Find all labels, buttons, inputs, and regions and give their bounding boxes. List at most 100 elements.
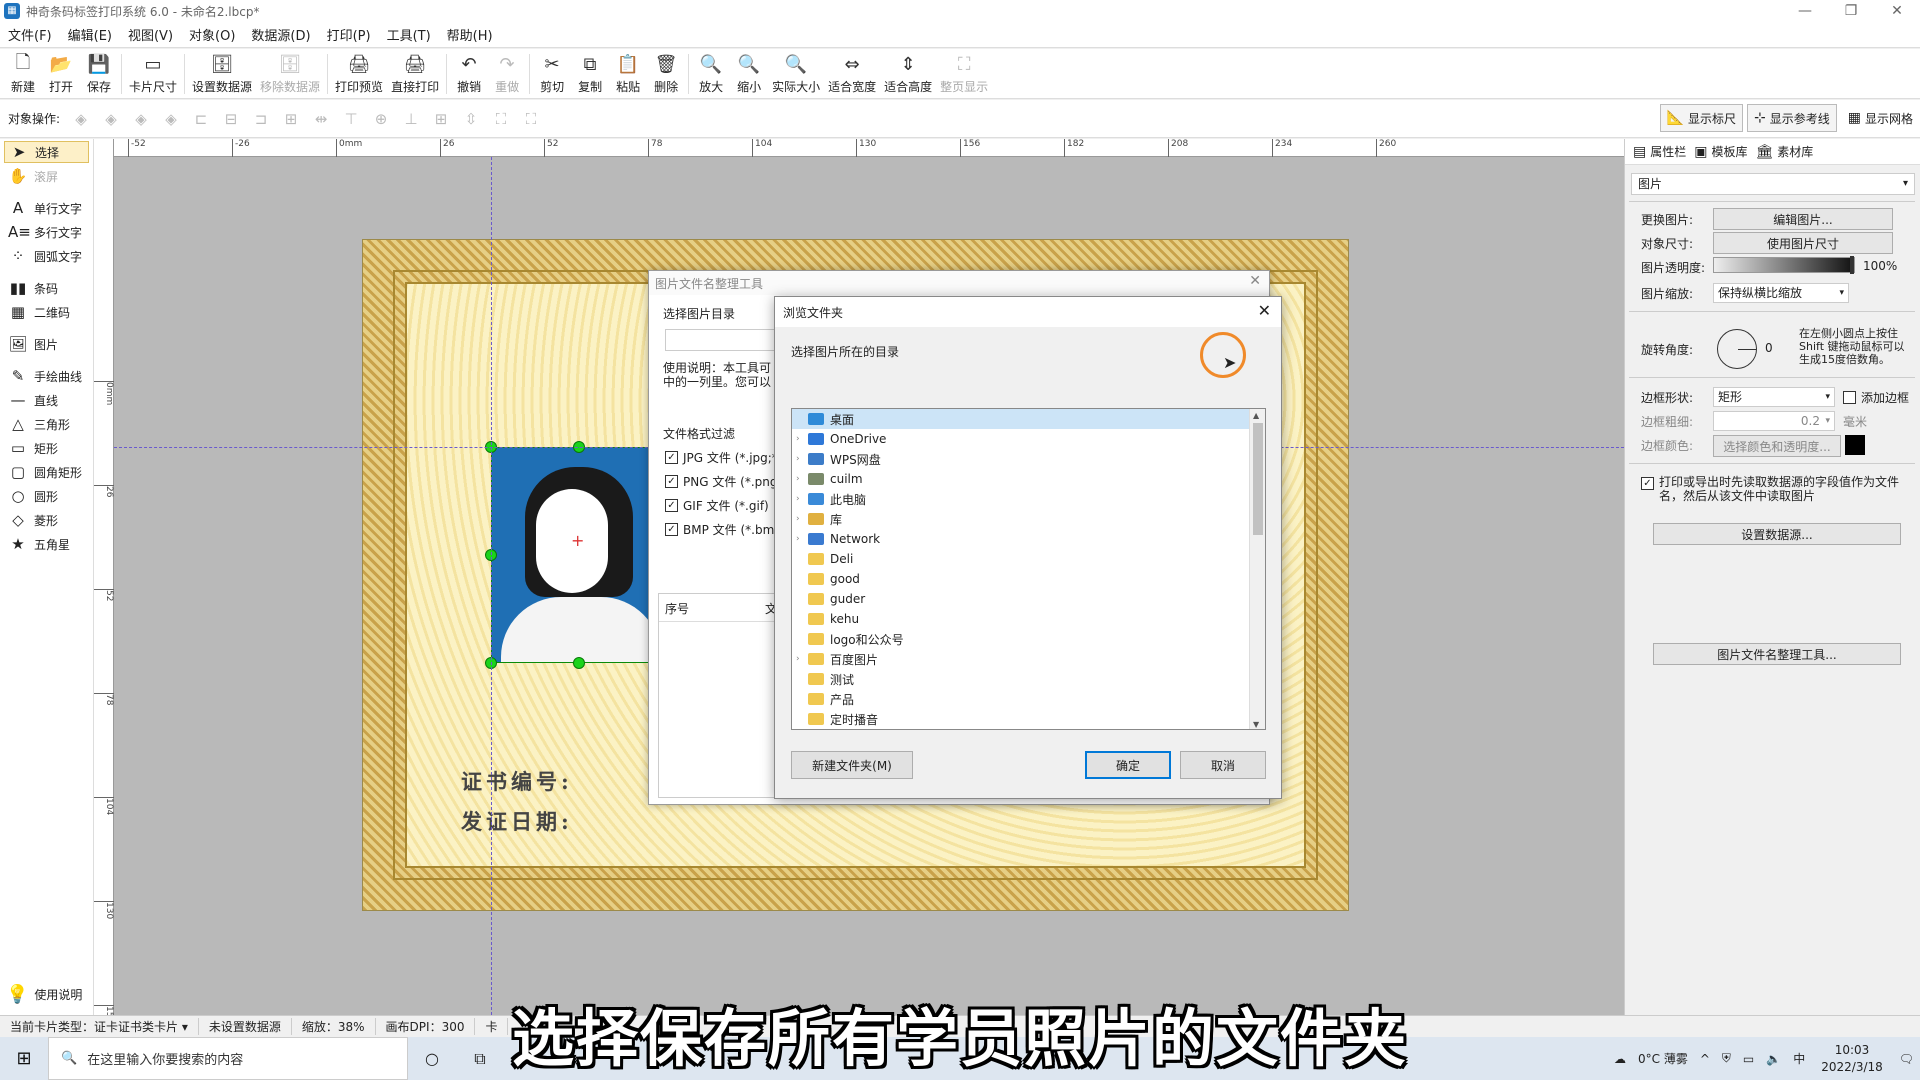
filter-jpg[interactable]: ✓ JPG 文件 (*.jpg;* (665, 449, 778, 466)
toolbar-button-1[interactable]: 📂 打开 (42, 53, 80, 95)
guide-line-vertical[interactable] (491, 157, 492, 1015)
toggle-ruler[interactable]: 📐 显示标尺 (1659, 104, 1743, 132)
align-left-icon[interactable]: ⊏ (190, 108, 212, 130)
tool-dialog-close-icon[interactable]: ✕ (1249, 273, 1261, 289)
menu-item-6[interactable]: 工具(T) (379, 25, 439, 44)
set-datasource-button[interactable]: 设置数据源... (1653, 523, 1901, 545)
toolbar-button-16[interactable]: 🔍 实际大小 (768, 53, 824, 95)
filter-bmp[interactable]: ✓ BMP 文件 (*.bmp (665, 521, 782, 538)
object-type-select[interactable]: 图片 (1631, 173, 1915, 195)
layer-down-icon[interactable]: ◈ (130, 108, 152, 130)
tool-item-7[interactable]: 🖼 图片 (4, 333, 89, 355)
menu-item-0[interactable]: 文件(F) (0, 25, 60, 44)
new-folder-button[interactable]: 新建文件夹(M) (791, 751, 913, 779)
tool-item-0[interactable]: ➤ 选择 (4, 141, 89, 163)
distribute-v-icon[interactable]: ⊞ (430, 108, 452, 130)
toolbar-button-17[interactable]: ⇔ 适合宽度 (824, 53, 880, 95)
filter-png[interactable]: ✓ PNG 文件 (*.png (665, 473, 777, 490)
align-right-icon[interactable]: ⊐ (250, 108, 272, 130)
tool-item-11[interactable]: ▭ 矩形 (4, 437, 89, 459)
tab-materials[interactable]: 🏛 素材库 (1756, 143, 1814, 160)
cancel-button[interactable]: 取消 (1180, 751, 1266, 779)
image-rename-tool-button[interactable]: 图片文件名整理工具... (1653, 643, 1901, 665)
align-middle-icon[interactable]: ⊕ (370, 108, 392, 130)
menu-item-2[interactable]: 视图(V) (120, 25, 181, 44)
toolbar-button-2[interactable]: 💾 保存 (80, 53, 118, 95)
expand-chevron-icon[interactable]: › (796, 434, 808, 444)
folder-item-12[interactable]: › 百度图片 (792, 649, 1265, 669)
toolbar-button-18[interactable]: ⇕ 适合高度 (880, 53, 936, 95)
align-bottom-icon[interactable]: ⊥ (400, 108, 422, 130)
dir-input[interactable] (665, 329, 785, 351)
scroll-up-icon[interactable]: ▲ (1253, 411, 1259, 420)
toolbar-button-8[interactable]: ↶ 撤销 (450, 53, 488, 95)
toolbar-button-15[interactable]: 🔍 缩小 (730, 53, 768, 95)
folder-item-8[interactable]: good (792, 569, 1265, 589)
ok-button[interactable]: 确定 (1085, 751, 1171, 779)
scale-dropdown[interactable]: 保持纵横比缩放 (1713, 283, 1849, 303)
align-center-icon[interactable]: ⊟ (220, 108, 242, 130)
expand-chevron-icon[interactable]: › (796, 654, 808, 664)
folder-item-1[interactable]: › OneDrive (792, 429, 1265, 449)
folder-item-6[interactable]: › Network (792, 529, 1265, 549)
folder-item-5[interactable]: › 库 (792, 509, 1265, 529)
edit-image-button[interactable]: 编辑图片... (1713, 208, 1893, 230)
tool-item-12[interactable]: ▢ 圆角矩形 (4, 461, 89, 483)
space-v-icon[interactable]: ⇳ (460, 108, 482, 130)
opacity-slider[interactable] (1713, 256, 1855, 274)
folder-item-13[interactable]: 测试 (792, 669, 1265, 689)
distribute-h-icon[interactable]: ⊞ (280, 108, 302, 130)
toolbar-button-19[interactable]: ⛶ 整页显示 (936, 53, 992, 95)
folder-item-15[interactable]: 定时播音 (792, 709, 1265, 729)
tool-item-6[interactable]: ▦ 二维码 (4, 301, 89, 323)
folder-item-0[interactable]: 桌面 (792, 409, 1265, 429)
folder-tree[interactable]: 桌面 › OneDrive › WPS网盘 › cuilm › 此电脑 › 库 › Network Del… (791, 408, 1266, 730)
filter-gif[interactable]: ✓ GIF 文件 (*.gif) (665, 497, 769, 514)
folder-item-2[interactable]: › WPS网盘 (792, 449, 1265, 469)
issue-date-label[interactable]: 发证日期: (461, 806, 573, 836)
browse-dialog-close-icon[interactable]: ✕ (1258, 301, 1271, 320)
tab-templates[interactable]: ▣ 模板库 (1694, 143, 1747, 160)
cert-number-label[interactable]: 证书编号: (461, 766, 573, 796)
tool-item-5[interactable]: ▮▮ 条码 (4, 277, 89, 299)
tool-item-9[interactable]: — 直线 (4, 389, 89, 411)
border-color-swatch[interactable] (1845, 435, 1865, 455)
rotation-dial[interactable] (1717, 329, 1757, 369)
tree-scrollbar[interactable]: ▲ ▼ (1249, 409, 1265, 729)
expand-chevron-icon[interactable]: › (796, 534, 808, 544)
border-width-input[interactable]: 0.2 (1713, 411, 1835, 431)
toolbar-button-5[interactable]: 🗄 移除数据源 (256, 53, 324, 95)
print-read-checkbox[interactable]: ✓ 打印或导出时先读取数据源的字段值作为文件名，然后从该文件中读取图片 (1641, 475, 1911, 503)
tool-item-13[interactable]: ○ 圆形 (4, 485, 89, 507)
toolbar-button-11[interactable]: ⧉ 复制 (571, 53, 609, 95)
tool-item-4[interactable]: ⁘ 圆弧文字 (4, 245, 89, 267)
tool-item-8[interactable]: ✎ 手绘曲线 (4, 365, 89, 387)
menu-item-1[interactable]: 编辑(E) (60, 25, 120, 44)
tab-properties[interactable]: ▤ 属性栏 (1633, 143, 1686, 160)
folder-item-14[interactable]: 产品 (792, 689, 1265, 709)
menu-item-5[interactable]: 打印(P) (319, 25, 379, 44)
minimize-button[interactable]: — (1782, 0, 1828, 22)
tool-item-1[interactable]: ✋ 滚屏 (4, 165, 89, 187)
border-shape-dropdown[interactable]: 矩形 (1713, 387, 1835, 407)
align-top-icon[interactable]: ⊤ (340, 108, 362, 130)
layer-bottom-icon[interactable]: ◈ (160, 108, 182, 130)
border-color-button[interactable]: 选择颜色和透明度... (1713, 435, 1841, 457)
add-border-checkbox[interactable]: 添加边框 (1843, 389, 1909, 406)
toggle-guides[interactable]: ⊹ 显示参考线 (1747, 104, 1837, 132)
group-icon[interactable]: ⛶ (520, 108, 542, 130)
space-h-icon[interactable]: ⇹ (310, 108, 332, 130)
expand-chevron-icon[interactable]: › (796, 514, 808, 524)
close-button[interactable]: ✕ (1874, 0, 1920, 22)
toolbar-button-13[interactable]: 🗑 删除 (647, 53, 685, 95)
toolbar-button-14[interactable]: 🔍 放大 (692, 53, 730, 95)
resize-handle-s[interactable] (573, 657, 585, 669)
toolbar-button-0[interactable]: 🗋 新建 (4, 52, 42, 95)
toolbar-button-4[interactable]: 🗄 设置数据源 (188, 53, 256, 95)
use-image-size-button[interactable]: 使用图片尺寸 (1713, 232, 1893, 254)
toolbar-button-6[interactable]: 🖨 打印预览 (331, 53, 387, 95)
maximize-button[interactable]: ❐ (1828, 0, 1874, 22)
expand-chevron-icon[interactable]: › (796, 494, 808, 504)
layer-top-icon[interactable]: ◈ (100, 108, 122, 130)
toolbar-button-9[interactable]: ↷ 重做 (488, 53, 526, 95)
